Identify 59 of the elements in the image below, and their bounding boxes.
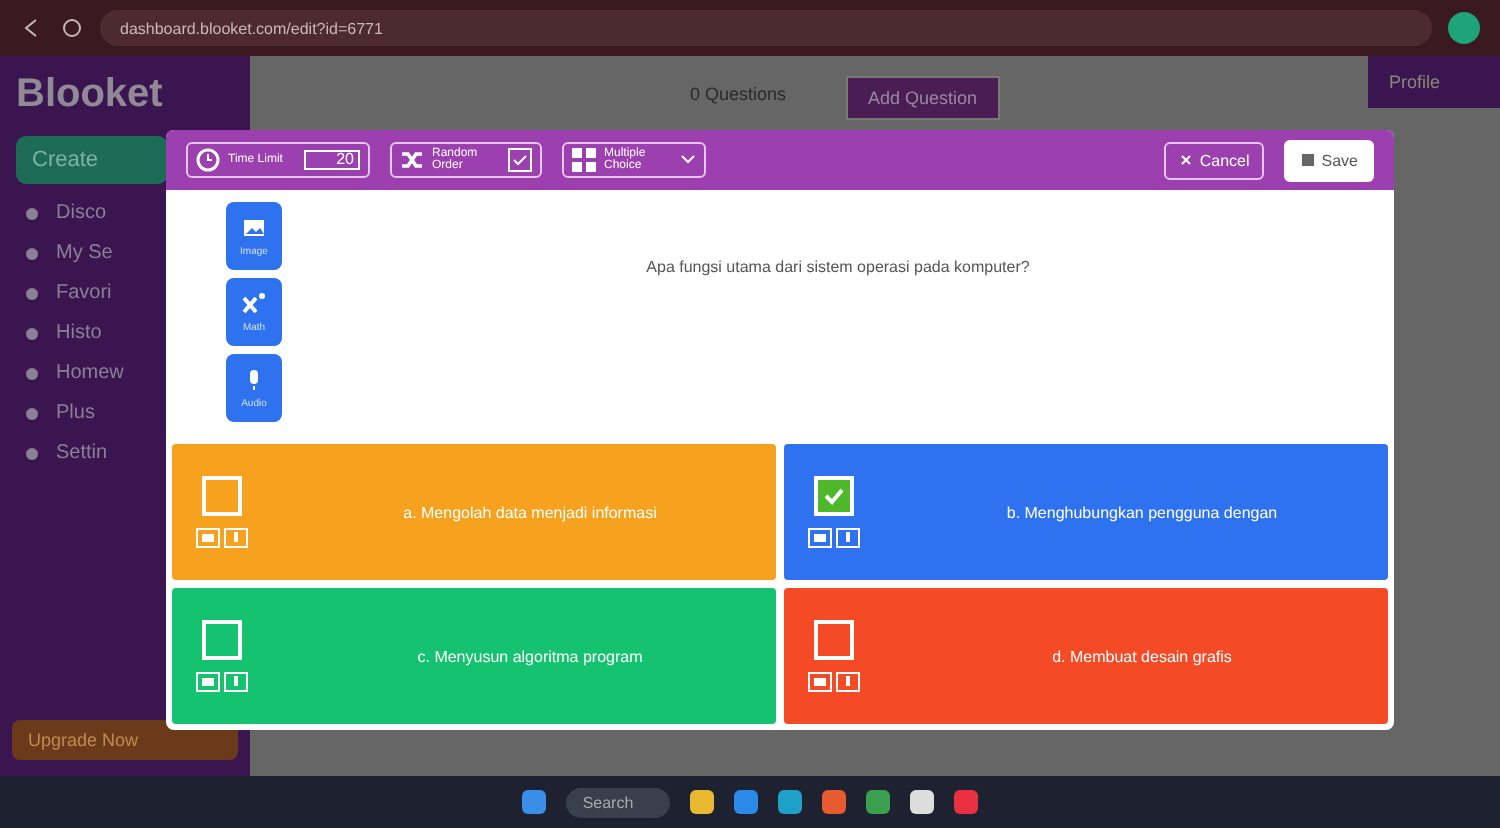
reload-icon [60, 16, 84, 40]
shuffle-icon [400, 148, 424, 172]
question-text[interactable]: Apa fungsi utama dari sistem operasi pada komputer? [282, 190, 1394, 444]
audio-icon [224, 528, 248, 548]
time-field[interactable]: 20 [304, 149, 360, 171]
sidebar-item[interactable]: My Se [56, 242, 113, 264]
random-checkbox[interactable] [508, 148, 532, 172]
logo: Blooket [14, 72, 165, 118]
image-icon [196, 672, 220, 692]
answer-text[interactable]: d. Membuat desain grafis [920, 647, 1364, 665]
start-icon[interactable] [522, 790, 547, 814]
taskbar-app-icon[interactable] [865, 790, 890, 814]
answer-text[interactable]: a. Mengolah data menjadi informasi [308, 503, 752, 521]
image-icon [808, 528, 832, 548]
save-button[interactable]: Save [1283, 139, 1374, 181]
sidebar-item[interactable]: Histo [56, 322, 102, 344]
cancel-button[interactable]: Cancel [1163, 141, 1264, 179]
profile-avatar[interactable] [1448, 12, 1480, 44]
sidebar-icon [24, 325, 40, 341]
sidebar-item[interactable]: Favori [56, 282, 112, 304]
check-icon [512, 152, 528, 168]
check-icon [822, 484, 846, 508]
audio-icon [836, 672, 860, 692]
add-question-button[interactable]: Add Question [846, 76, 1000, 120]
sidebar-icon [24, 405, 40, 421]
sidebar-icon [24, 365, 40, 381]
image-icon [808, 672, 832, 692]
sidebar-icon [24, 445, 40, 461]
answer-text[interactable]: b. Menghubungkan pengguna dengan [920, 503, 1364, 521]
address-bar[interactable]: dashboard.blooket.com/edit?id=6771 [100, 10, 1432, 46]
answer-text[interactable]: c. Menyusun algoritma program [308, 647, 752, 665]
image-icon [242, 215, 266, 239]
superscript-icon [242, 291, 266, 315]
create-button[interactable]: Create [16, 136, 168, 184]
taskbar-app-icon[interactable] [689, 790, 714, 814]
correct-checkbox[interactable] [814, 620, 854, 660]
correct-checkbox[interactable] [202, 476, 242, 516]
correct-checkbox[interactable] [814, 476, 854, 516]
clock-icon [196, 148, 220, 172]
grid-icon [572, 148, 596, 172]
sidebar-item[interactable]: Homew [56, 362, 124, 384]
sidebar-item[interactable]: Disco [56, 202, 107, 224]
caret-icon [680, 152, 696, 168]
sidebar-icon [24, 205, 40, 221]
sidebar-icon [24, 245, 40, 261]
taskbar-app-icon[interactable] [909, 790, 934, 814]
sidebar-item[interactable]: Settin [56, 442, 108, 464]
audio-icon [836, 528, 860, 548]
close-icon [1177, 152, 1194, 168]
sidebar-item[interactable]: Plus [56, 402, 95, 424]
upgrade-button[interactable]: Upgrade Now [12, 720, 238, 760]
sidebar-icon [24, 285, 40, 301]
taskbar-search[interactable]: Search [566, 787, 670, 817]
question-count: 0 Questions [690, 82, 787, 104]
correct-checkbox[interactable] [202, 620, 242, 660]
taskbar-app-icon[interactable] [777, 790, 802, 814]
profile-menu[interactable]: Profile [1368, 56, 1500, 108]
image-icon [196, 528, 220, 548]
audio-icon [224, 672, 248, 692]
